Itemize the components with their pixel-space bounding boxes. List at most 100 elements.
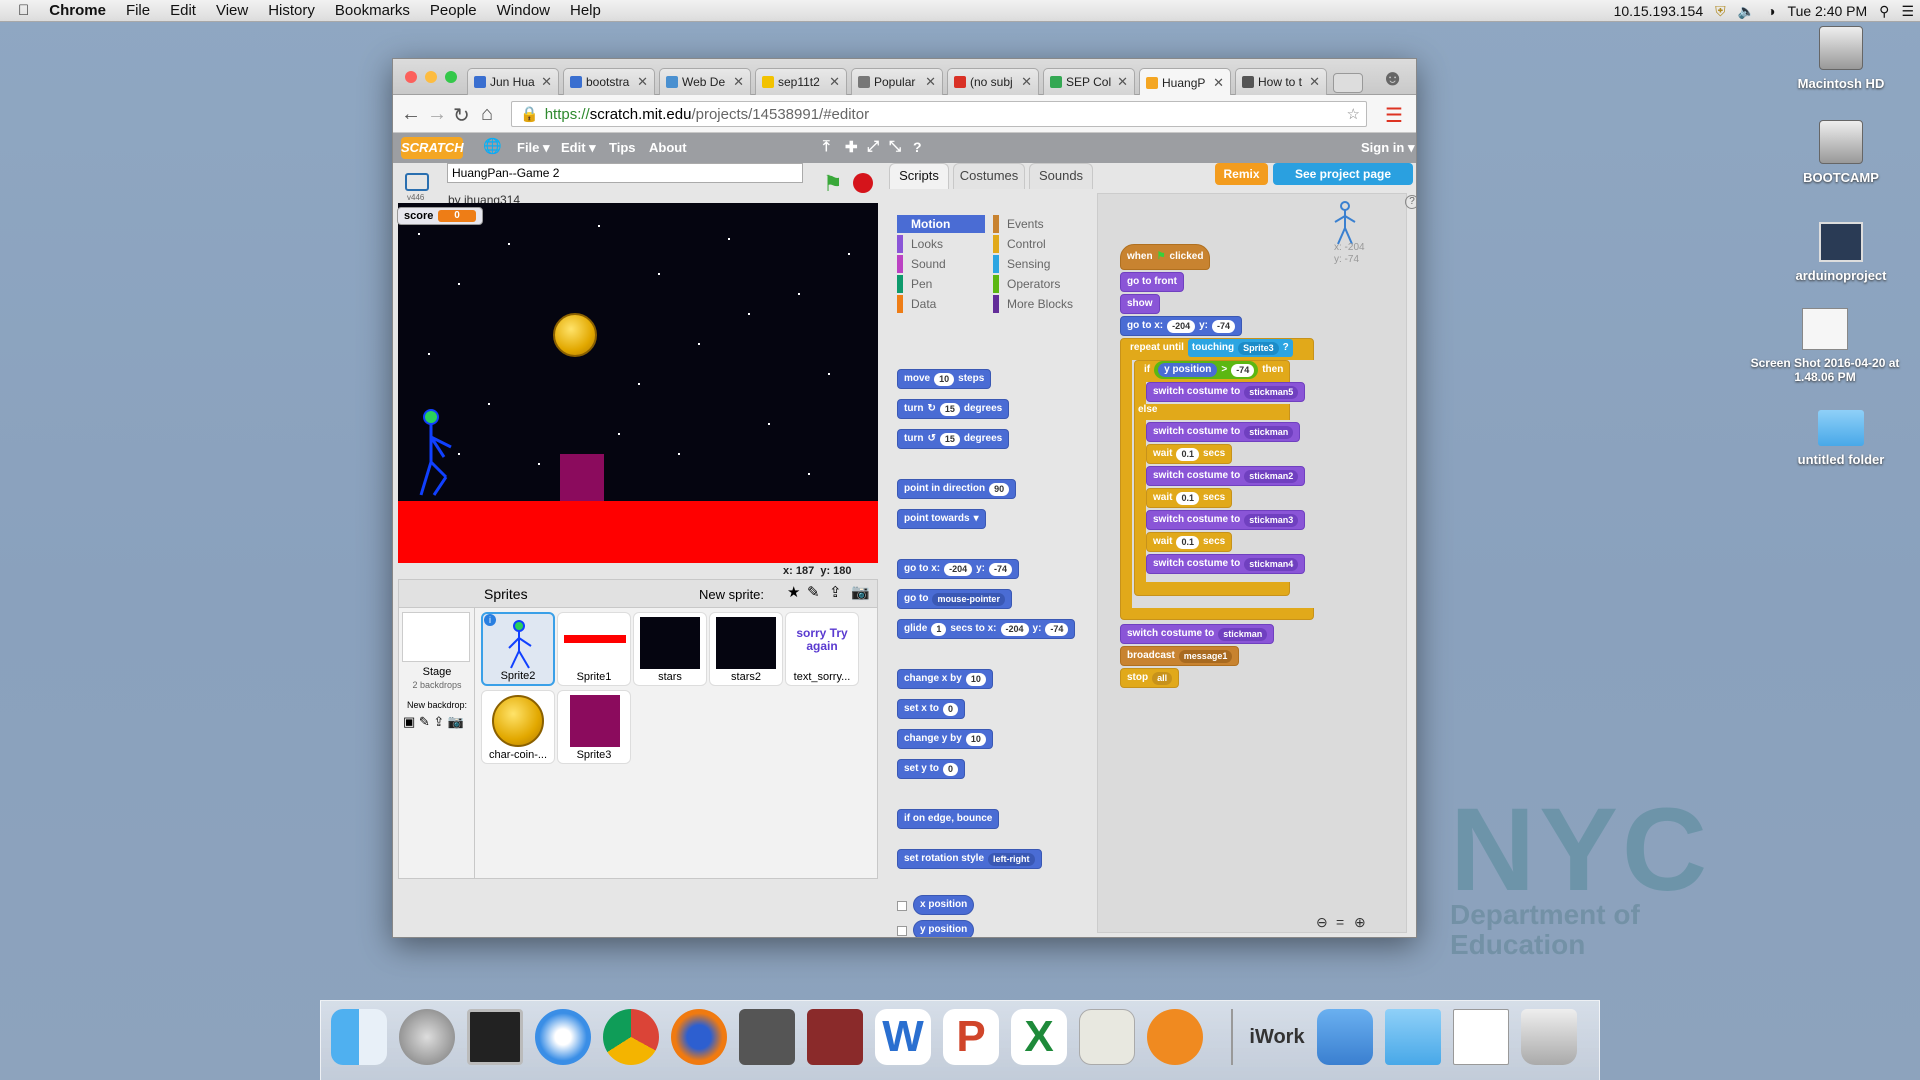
- block-input[interactable]: 10: [934, 372, 955, 386]
- home-icon[interactable]: ⌂: [481, 103, 493, 126]
- firefox-icon[interactable]: [671, 1009, 727, 1065]
- minimize-window-icon[interactable]: [425, 71, 437, 83]
- block-input[interactable]: -204: [944, 562, 973, 576]
- scratch-menu-edit[interactable]: Edit ▾: [561, 140, 596, 156]
- camera-icon[interactable]: 📷: [851, 583, 870, 601]
- tab-sounds[interactable]: Sounds: [1029, 163, 1093, 189]
- category-motion[interactable]: Motion: [897, 215, 985, 233]
- block-switch-costume-4[interactable]: switch costume to stickman3: [1146, 510, 1306, 530]
- folder-icon[interactable]: [1385, 1009, 1441, 1065]
- block-dropdown[interactable]: mouse-pointer: [932, 592, 1005, 606]
- tab-0[interactable]: Jun Hua ✕: [467, 68, 559, 95]
- menu-history[interactable]: History: [258, 2, 325, 19]
- block-input[interactable]: 90: [989, 482, 1010, 496]
- document-icon[interactable]: [1453, 1009, 1509, 1065]
- block-go-to[interactable]: go to mouse-pointer: [897, 589, 1012, 609]
- sprite-library-icon[interactable]: ★: [787, 583, 800, 601]
- block-script-go-to-xy[interactable]: go to x: -204 y: -74: [1120, 316, 1243, 336]
- wifi-icon[interactable]: ◑: [1767, 3, 1775, 19]
- sprite-thumb-text-sorry[interactable]: sorry Try again text_sorry...: [785, 612, 859, 686]
- clock[interactable]: Tue 2:40 PM: [1788, 3, 1868, 19]
- block-change-x[interactable]: change x by 10: [897, 669, 993, 689]
- sign-in-menu[interactable]: Sign in ▾: [1361, 140, 1414, 156]
- project-title-input[interactable]: HuangPan--Game 2: [447, 163, 803, 183]
- menu-edit[interactable]: Edit: [160, 2, 206, 19]
- zoom-reset-icon[interactable]: =: [1336, 914, 1344, 930]
- category-sound[interactable]: Sound: [897, 255, 985, 273]
- block-turn-left[interactable]: turn ↺ 15 degrees: [897, 429, 1010, 449]
- menu-view[interactable]: View: [206, 2, 258, 19]
- tab-4[interactable]: Popular ✕: [851, 68, 943, 95]
- iwork-icon[interactable]: iWork: [1249, 1009, 1305, 1065]
- close-tab-icon[interactable]: ✕: [541, 74, 552, 90]
- search-icon[interactable]: ⚲: [1879, 3, 1889, 20]
- green-flag-icon[interactable]: ⚑: [823, 171, 843, 197]
- block-dropdown[interactable]: stickman5: [1244, 385, 1299, 399]
- address-bar[interactable]: 🔒 https://scratch.mit.edu/projects/14538…: [511, 101, 1367, 127]
- app-menu-chrome[interactable]: Chrome: [39, 2, 116, 19]
- close-tab-icon[interactable]: ✕: [1117, 74, 1128, 90]
- block-input[interactable]: 0: [943, 702, 959, 716]
- scripts-area[interactable]: x: -204 y: -74 when ⚑ clicked go to front …: [1097, 193, 1407, 933]
- scratch-menu-tips[interactable]: Tips: [609, 140, 636, 155]
- block-wait-2[interactable]: wait 0.1 secs: [1146, 488, 1233, 508]
- block-set-y[interactable]: set y to 0: [897, 759, 966, 779]
- close-tab-icon[interactable]: ✕: [637, 74, 648, 90]
- menu-window[interactable]: Window: [487, 2, 560, 19]
- shrink-icon[interactable]: ⤡: [889, 138, 901, 155]
- forward-arrow-icon[interactable]: →: [427, 103, 447, 126]
- zoom-out-icon[interactable]: ⊖: [1316, 914, 1328, 931]
- checkbox-y-position[interactable]: [897, 926, 907, 936]
- desktop-screenshot[interactable]: Screen Shot 2016-04-20 at 1.48.06 PM: [1730, 308, 1920, 384]
- help-icon[interactable]: ?: [1405, 195, 1416, 209]
- dropdown-arrow-icon[interactable]: ▾: [974, 509, 979, 529]
- block-when-flag-clicked[interactable]: when ⚑ clicked: [1120, 244, 1211, 270]
- tab-7-active[interactable]: HuangP ✕: [1139, 68, 1231, 96]
- word-icon[interactable]: W: [875, 1009, 931, 1065]
- backdrop-icons[interactable]: ▣ ✎ ⇪ 📷: [403, 714, 464, 730]
- category-operators[interactable]: Operators: [993, 275, 1081, 293]
- new-tab-button[interactable]: [1333, 73, 1363, 93]
- block-stop[interactable]: stop all: [1120, 668, 1180, 688]
- stage-thumbnail[interactable]: [402, 612, 470, 662]
- desktop-arduinoproject[interactable]: arduinoproject: [1766, 222, 1916, 283]
- zoom-window-icon[interactable]: [445, 71, 457, 83]
- reload-icon[interactable]: ↻: [453, 103, 470, 128]
- paint-brush-icon[interactable]: ✎: [807, 583, 820, 601]
- duplicate-icon[interactable]: ⤒: [823, 138, 830, 155]
- block-input[interactable]: -74: [989, 562, 1013, 576]
- block-switch-costume-5[interactable]: switch costume to stickman4: [1146, 554, 1306, 574]
- close-window-icon[interactable]: [405, 71, 417, 83]
- tab-8[interactable]: How to t ✕: [1235, 68, 1327, 95]
- block-point-towards[interactable]: point towards ▾: [897, 509, 986, 529]
- dictionary-icon[interactable]: [807, 1009, 863, 1065]
- fullscreen-icon[interactable]: [405, 173, 429, 191]
- zoom-in-icon[interactable]: ⊕: [1354, 914, 1366, 931]
- tab-5[interactable]: (no subj ✕: [947, 68, 1039, 95]
- category-control[interactable]: Control: [993, 235, 1081, 253]
- block-dropdown[interactable]: stickman2: [1244, 469, 1299, 483]
- shield-icon[interactable]: ⛨: [1715, 3, 1726, 20]
- menu-help[interactable]: Help: [560, 2, 611, 19]
- block-dropdown[interactable]: stickman: [1218, 627, 1268, 641]
- block-dropdown[interactable]: all: [1152, 671, 1173, 685]
- category-data[interactable]: Data: [897, 295, 985, 313]
- block-input[interactable]: -74: [1212, 319, 1236, 333]
- block-input[interactable]: -74: [1231, 363, 1255, 377]
- block-input[interactable]: -204: [1000, 622, 1029, 636]
- volume-icon[interactable]: 🔈: [1738, 3, 1755, 20]
- block-set-x[interactable]: set x to 0: [897, 699, 966, 719]
- close-tab-icon[interactable]: ✕: [829, 74, 840, 90]
- remix-button[interactable]: Remix: [1215, 163, 1268, 185]
- excel-icon[interactable]: X: [1011, 1009, 1067, 1065]
- stop-sign-icon[interactable]: [853, 173, 873, 193]
- notification-icon[interactable]: ☰: [1901, 3, 1914, 20]
- block-broadcast[interactable]: broadcast message1: [1120, 646, 1240, 666]
- photo-booth-icon[interactable]: [467, 1009, 523, 1065]
- block-input[interactable]: 0.1: [1176, 447, 1199, 461]
- tab-6[interactable]: SEP Col ✕: [1043, 68, 1135, 95]
- category-sensing[interactable]: Sensing: [993, 255, 1081, 273]
- tab-scripts[interactable]: Scripts: [889, 163, 949, 189]
- sensing-touching[interactable]: touching Sprite3?: [1187, 339, 1293, 357]
- category-looks[interactable]: Looks: [897, 235, 985, 253]
